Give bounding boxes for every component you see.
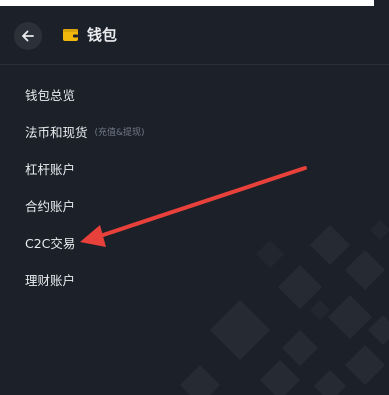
menu-item-futures-account[interactable]: 合约账户 <box>25 193 75 217</box>
menu-item-label: 杠杆账户 <box>25 161 76 177</box>
wallet-icon <box>63 29 78 41</box>
header-divider <box>0 64 389 65</box>
menu-item-label: 钱包总览 <box>25 87 76 103</box>
menu-item-label: C2C交易 <box>25 235 76 251</box>
arrow-left-icon <box>22 30 34 42</box>
back-button[interactable] <box>14 22 42 50</box>
menu-item-c2c-trading[interactable]: C2C交易 <box>25 230 75 254</box>
menu-item-earn-account[interactable]: 理财账户 <box>25 267 75 291</box>
menu-item-label: 理财账户 <box>25 272 76 288</box>
page-title: 钱包 <box>87 26 118 44</box>
menu-item-sublabel: (充值&提现) <box>94 127 145 138</box>
right-scroll-area <box>374 0 389 395</box>
menu-item-label: 法币和现货 <box>25 124 88 140</box>
menu-item-label: 合约账户 <box>25 198 76 214</box>
header-bar: 钱包 <box>0 6 389 64</box>
wallet-menu-screen: 钱包 钱包总览 法币和现货 (充值&提现) 杠杆账户 合约账户 C2C交易 理财… <box>0 0 389 395</box>
menu-item-wallet-overview[interactable]: 钱包总览 <box>25 82 75 106</box>
menu-item-margin-account[interactable]: 杠杆账户 <box>25 156 75 180</box>
menu-item-fiat-spot[interactable]: 法币和现货 (充值&提现) <box>25 119 145 143</box>
